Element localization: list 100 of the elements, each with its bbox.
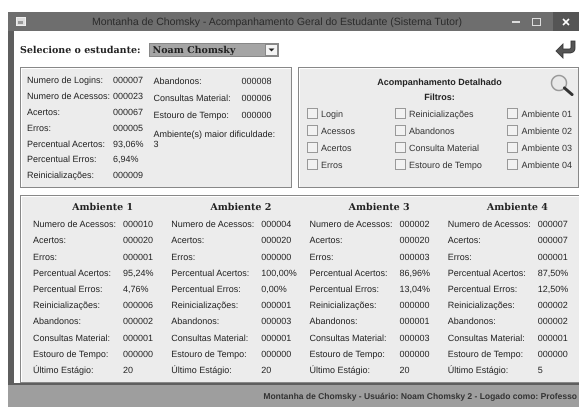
stat-label: Percentual Erros: xyxy=(448,284,518,294)
stat-value: 13,04% xyxy=(400,284,430,294)
stat-label: Numero de Logins: xyxy=(27,75,104,86)
stat-label: Percentual Erros: xyxy=(171,284,242,294)
filter-checkbox[interactable]: Ambiente 01 xyxy=(507,105,572,122)
stat-value: 000004 xyxy=(261,219,292,230)
stat-value: 000001 xyxy=(261,300,292,310)
stat-value: 100,00% xyxy=(261,268,297,278)
stat-label: Último Estágio: xyxy=(448,365,510,376)
stat-label: Numero de Acessos: xyxy=(171,219,256,230)
stat-value: 000008 xyxy=(242,76,272,86)
difficulty-label: Ambiente(s) maior dificuldade: xyxy=(154,129,276,140)
stat-value: 000023 xyxy=(113,90,144,101)
stat-label: Reinicializações: xyxy=(171,300,240,310)
stat-value: 000020 xyxy=(400,235,430,246)
stat-label: Percentual Erros: xyxy=(310,284,380,294)
stat-label: Numero de Acessos: xyxy=(33,219,118,230)
window-title: Montanha de Chomsky - Acompanhamento Geral do Estudante (Sistema Tutor) xyxy=(90,16,464,28)
stat-value: 000002 xyxy=(538,316,568,326)
filter-checkbox[interactable]: Acertos xyxy=(307,139,395,156)
caret-icon xyxy=(264,44,278,56)
filter-checkbox[interactable]: Acessos xyxy=(307,122,395,140)
stat-value: 000006 xyxy=(123,300,154,310)
environment-title: Ambiente 4 xyxy=(486,201,549,216)
stat-label: Reinicializações: xyxy=(448,300,516,310)
stat-value: 000000 xyxy=(538,348,568,359)
stat-value: 000002 xyxy=(400,219,430,230)
filter-checkbox[interactable]: Ambiente 02 xyxy=(507,122,572,140)
filter-checkbox[interactable]: Ambiente 04 xyxy=(507,156,572,174)
stat-label: Estouro de Tempo: xyxy=(154,110,230,120)
stat-label: Estouro de Tempo: xyxy=(33,348,110,359)
stat-value: 12,50% xyxy=(538,284,568,294)
student-dropdown[interactable]: Noam Chomsky xyxy=(148,43,279,58)
stat-label: Abandonos: xyxy=(310,316,359,326)
stat-label: Percentual Erros: xyxy=(33,284,104,294)
stat-label: Consultas Material: xyxy=(154,92,232,103)
stat-value: 000020 xyxy=(261,235,292,246)
stat-label: Estouro de Tempo: xyxy=(310,348,386,359)
stat-value: 20 xyxy=(400,365,410,376)
stat-value: 000001 xyxy=(400,316,430,326)
filter-checkbox[interactable]: Estouro de Tempo xyxy=(395,156,499,174)
stat-label: Acertos: xyxy=(171,235,206,246)
stat-label: Erros: xyxy=(310,252,335,262)
stat-value: 000003 xyxy=(261,316,292,326)
stat-value: 000002 xyxy=(538,300,568,310)
stat-value: 6,94% xyxy=(113,154,139,164)
stat-label: Numero de Acessos: xyxy=(310,219,394,230)
filter-checkbox[interactable]: Abandonos xyxy=(395,122,499,140)
stat-label: Estouro de Tempo: xyxy=(448,348,524,359)
stat-label: Abandonos: xyxy=(33,316,82,326)
stat-value: 20 xyxy=(123,365,134,376)
back-arrow-icon[interactable] xyxy=(555,40,577,60)
stat-label: Consultas Material: xyxy=(310,332,388,343)
stat-value: 95,24% xyxy=(123,268,154,278)
stat-label: Erros: xyxy=(33,252,58,262)
filter-checkbox[interactable]: Ambiente 03 xyxy=(507,139,572,156)
filter-checkbox[interactable]: Login xyxy=(307,105,395,122)
stat-value: 0,00% xyxy=(261,284,287,294)
stat-label: Abandonos: xyxy=(154,76,203,86)
stat-label: Numero de Acessos: xyxy=(27,90,112,101)
stat-value: 20 xyxy=(261,365,272,376)
minimize-icon[interactable] xyxy=(512,20,520,24)
stat-value: 000000 xyxy=(123,348,154,359)
environment-title: Ambiente 2 xyxy=(209,201,272,216)
stat-value: 000000 xyxy=(261,252,292,262)
status-text: Montanha de Chomsky - Usuário: Noam Chomsky 2 - Logado como: Professo xyxy=(263,391,578,402)
environment-title: Ambiente 3 xyxy=(348,201,411,216)
stat-label: Último Estágio: xyxy=(310,365,372,376)
stat-value: 000001 xyxy=(123,332,154,343)
stat-label: Numero de Acessos: xyxy=(448,219,532,230)
stat-value: 000010 xyxy=(123,219,154,230)
stat-label: Consultas Material: xyxy=(448,332,526,343)
stat-value: 000020 xyxy=(123,235,154,246)
stat-value: 000005 xyxy=(113,122,144,133)
environment-title: Ambiente 1 xyxy=(71,201,134,216)
close-button[interactable] xyxy=(553,12,579,32)
stat-value: 87,50% xyxy=(538,268,568,278)
stat-label: Último Estágio: xyxy=(171,365,233,376)
stat-label: Reinicializações: xyxy=(310,300,378,310)
panel-title: Acompanhamento Detalhado xyxy=(376,76,503,90)
stat-value: 000007 xyxy=(538,219,568,230)
window-icon xyxy=(16,17,26,26)
stat-label: Estouro de Tempo: xyxy=(171,348,248,359)
stat-label: Acertos: xyxy=(448,235,482,246)
stat-label: Último Estágio: xyxy=(33,365,95,376)
maximize-icon[interactable] xyxy=(532,18,541,26)
stat-value: 000009 xyxy=(113,170,144,180)
filter-checkbox[interactable]: Consulta Material xyxy=(395,139,499,156)
stat-value: 000067 xyxy=(113,106,144,117)
stat-label: Acertos: xyxy=(33,235,68,246)
filter-checkbox[interactable]: Reinicializações xyxy=(395,105,499,122)
filter-checkbox[interactable]: Erros xyxy=(307,156,395,174)
stat-value: 5 xyxy=(538,365,543,376)
stat-value: 000003 xyxy=(400,252,430,262)
search-icon[interactable] xyxy=(550,74,574,96)
stat-label: Abandonos: xyxy=(171,316,220,326)
stat-label: Acertos: xyxy=(27,106,62,117)
stat-value: 000003 xyxy=(400,332,430,343)
stat-value: 000001 xyxy=(538,332,568,343)
stat-label: Abandonos: xyxy=(448,316,497,326)
